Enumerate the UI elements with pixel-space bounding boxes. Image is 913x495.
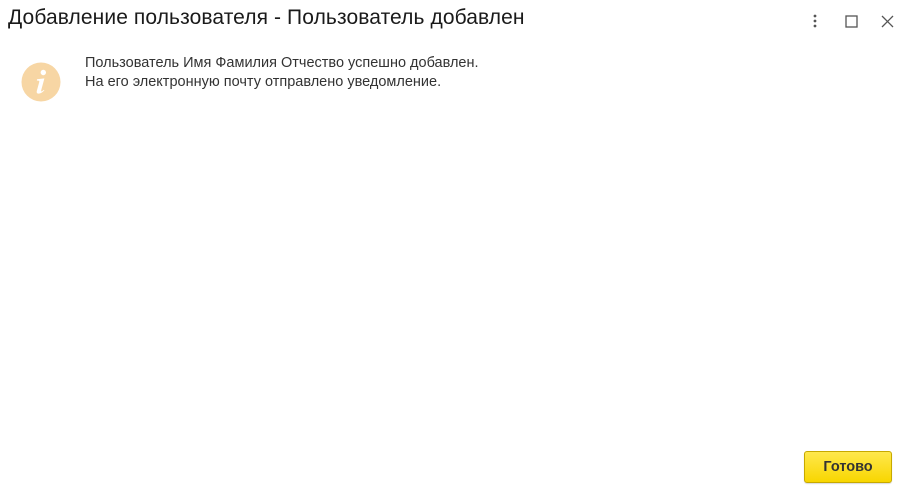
done-button[interactable]: Готово: [804, 451, 892, 483]
info-icon: [21, 62, 61, 102]
dialog-title: Добавление пользователя - Пользователь д…: [8, 6, 525, 29]
window-controls: [799, 10, 903, 32]
maximize-button[interactable]: [835, 10, 867, 32]
message-line-1: Пользователь Имя Фамилия Отчество успешн…: [85, 55, 479, 71]
message-text: Пользователь Имя Фамилия Отчество успешн…: [85, 54, 479, 92]
message-line-2: На его электронную почту отправлено увед…: [85, 74, 442, 90]
more-button[interactable]: [799, 10, 831, 32]
more-vertical-icon: [813, 14, 817, 28]
maximize-icon: [844, 14, 858, 28]
close-icon: [881, 15, 893, 27]
close-button[interactable]: [871, 10, 903, 32]
dialog-window: Добавление пользователя - Пользователь д…: [0, 0, 913, 495]
